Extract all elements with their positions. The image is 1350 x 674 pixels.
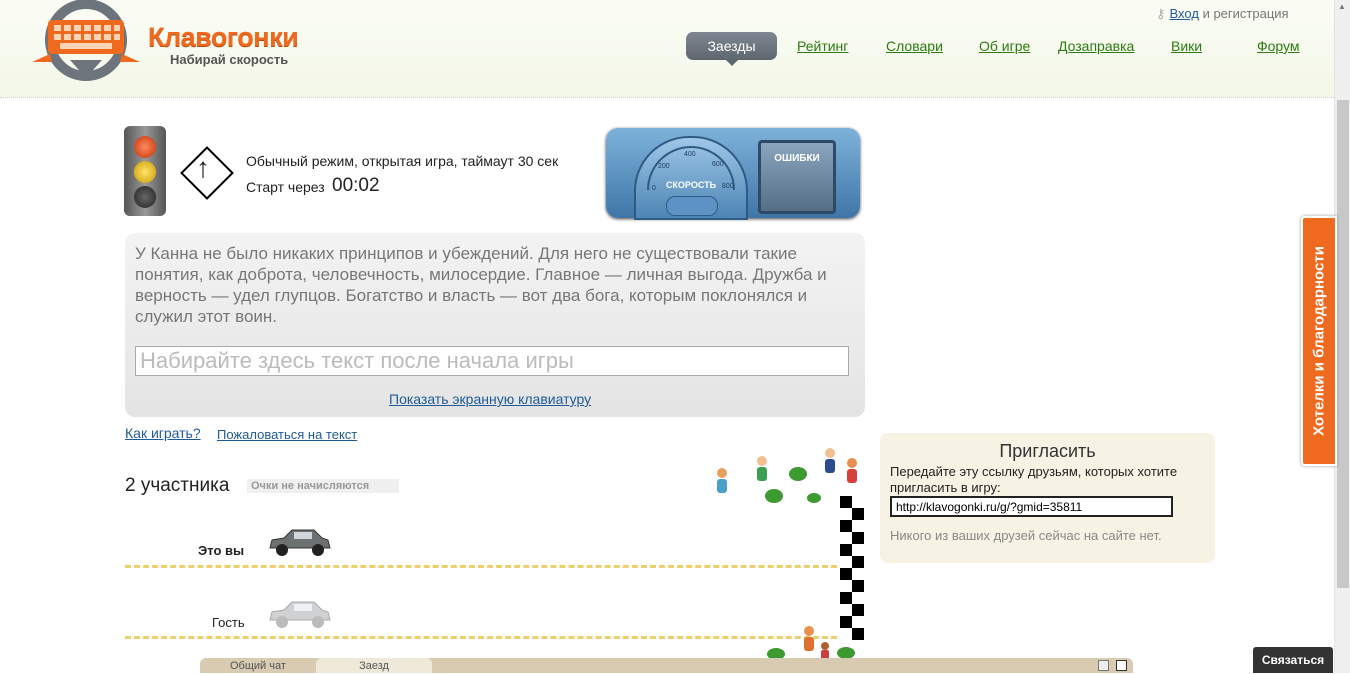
yellow-lamp [134, 161, 156, 183]
spectator-icon [847, 458, 857, 483]
speed-tick: 400 [684, 151, 696, 158]
race-text: У Канна не было никаких принципов и убеж… [135, 244, 827, 326]
points-badge: Очки не начисляются [247, 479, 399, 493]
speedometer: 0 200 400 600 800 СКОРОСТЬ [634, 136, 748, 220]
chat-pin-icon[interactable] [1098, 660, 1109, 671]
red-lamp [134, 136, 156, 158]
invite-panel: Пригласить Передайте эту ссылку друзьям,… [880, 433, 1215, 563]
speed-label: СКОРОСТЬ [665, 180, 717, 190]
nav-refuel[interactable]: Дозаправка [1058, 38, 1134, 54]
speed-tick: 600 [712, 161, 724, 168]
arrow-up-icon: ↑ [196, 152, 210, 183]
spectator-icon [717, 468, 727, 493]
start-timer: 00:02 [332, 175, 380, 196]
invite-description: Передайте эту ссылку друзьям, которых хо… [890, 464, 1178, 495]
finish-line-icon [840, 496, 864, 640]
speed-display [666, 196, 718, 216]
lane-divider [125, 636, 837, 639]
nav-races-active[interactable]: Заезды [686, 32, 777, 66]
logo-wheel-icon[interactable] [30, 0, 142, 82]
invite-link-field[interactable] [890, 496, 1173, 517]
logo-title[interactable]: Клавогонки [148, 22, 299, 53]
wishes-feedback-tab[interactable]: Хотелки и благодарности [1301, 216, 1337, 466]
scroll-thumb[interactable] [1337, 100, 1349, 588]
site-header: Клавогонки Набирай скорость ⚷ Вход и реги… [0, 0, 1334, 98]
errors-display: ОШИБКИ [758, 140, 836, 214]
show-keyboard-link[interactable]: Показать экранную клавиатуру [389, 391, 591, 407]
spectator-icon [757, 456, 767, 481]
wishes-tab-label: Хотелки и благодарности [1310, 246, 1328, 436]
invite-note: Никого из ваших друзей сейчас на сайте н… [890, 528, 1162, 543]
spectator-icon [804, 626, 814, 651]
green-lamp [134, 186, 156, 208]
nav-dictionaries[interactable]: Словари [886, 38, 943, 54]
login-area: ⚷ Вход и регистрация [1156, 6, 1289, 22]
traffic-light-icon [124, 126, 166, 216]
guest-car-icon [269, 601, 331, 628]
player-label-you: Это вы [198, 543, 245, 558]
player-car-icon [269, 529, 331, 556]
nav-about[interactable]: Об игре [979, 38, 1030, 54]
start-label: Старт через [246, 179, 325, 195]
login-link[interactable]: Вход [1170, 6, 1199, 21]
chat-tab-race[interactable]: Заезд [316, 658, 432, 673]
login-register-text: и регистрация [1202, 6, 1289, 21]
errors-label: ОШИБКИ [774, 153, 820, 164]
key-icon: ⚷ [1156, 6, 1166, 21]
spectator-icon [825, 448, 835, 473]
lane-divider [125, 565, 837, 568]
bush-icon [807, 493, 821, 503]
player-label-guest: Гость [212, 615, 245, 630]
dashboard: 0 200 400 600 800 СКОРОСТЬ ОШИБКИ [606, 128, 860, 220]
typing-panel: У Канна не было никаких принципов и убеж… [125, 233, 865, 417]
chat-bar: Общий чат Заезд [200, 658, 1133, 673]
contact-button[interactable]: Связаться [1253, 647, 1333, 673]
speed-tick: 200 [658, 163, 670, 170]
chat-tab-general[interactable]: Общий чат [230, 660, 286, 672]
chat-maximize-icon[interactable] [1116, 660, 1127, 671]
invite-title: Пригласить [999, 441, 1096, 461]
nav-wiki[interactable]: Вики [1171, 38, 1202, 54]
nav-forum[interactable]: Форум [1257, 38, 1300, 54]
report-text-link[interactable]: Пожаловаться на текст [217, 427, 357, 442]
game-mode-text: Обычный режим, открытая игра, таймаут 30… [246, 153, 559, 169]
bush-icon [789, 467, 807, 481]
how-to-play-link[interactable]: Как играть? [125, 425, 201, 441]
bush-icon [765, 489, 783, 503]
typing-input[interactable] [135, 346, 849, 376]
scroll-up-icon[interactable]: ▲ [1338, 2, 1346, 11]
nav-rating[interactable]: Рейтинг [797, 38, 848, 54]
participants-count: 2 участника [125, 475, 230, 496]
logo-subtitle: Набирай скорость [170, 52, 289, 67]
